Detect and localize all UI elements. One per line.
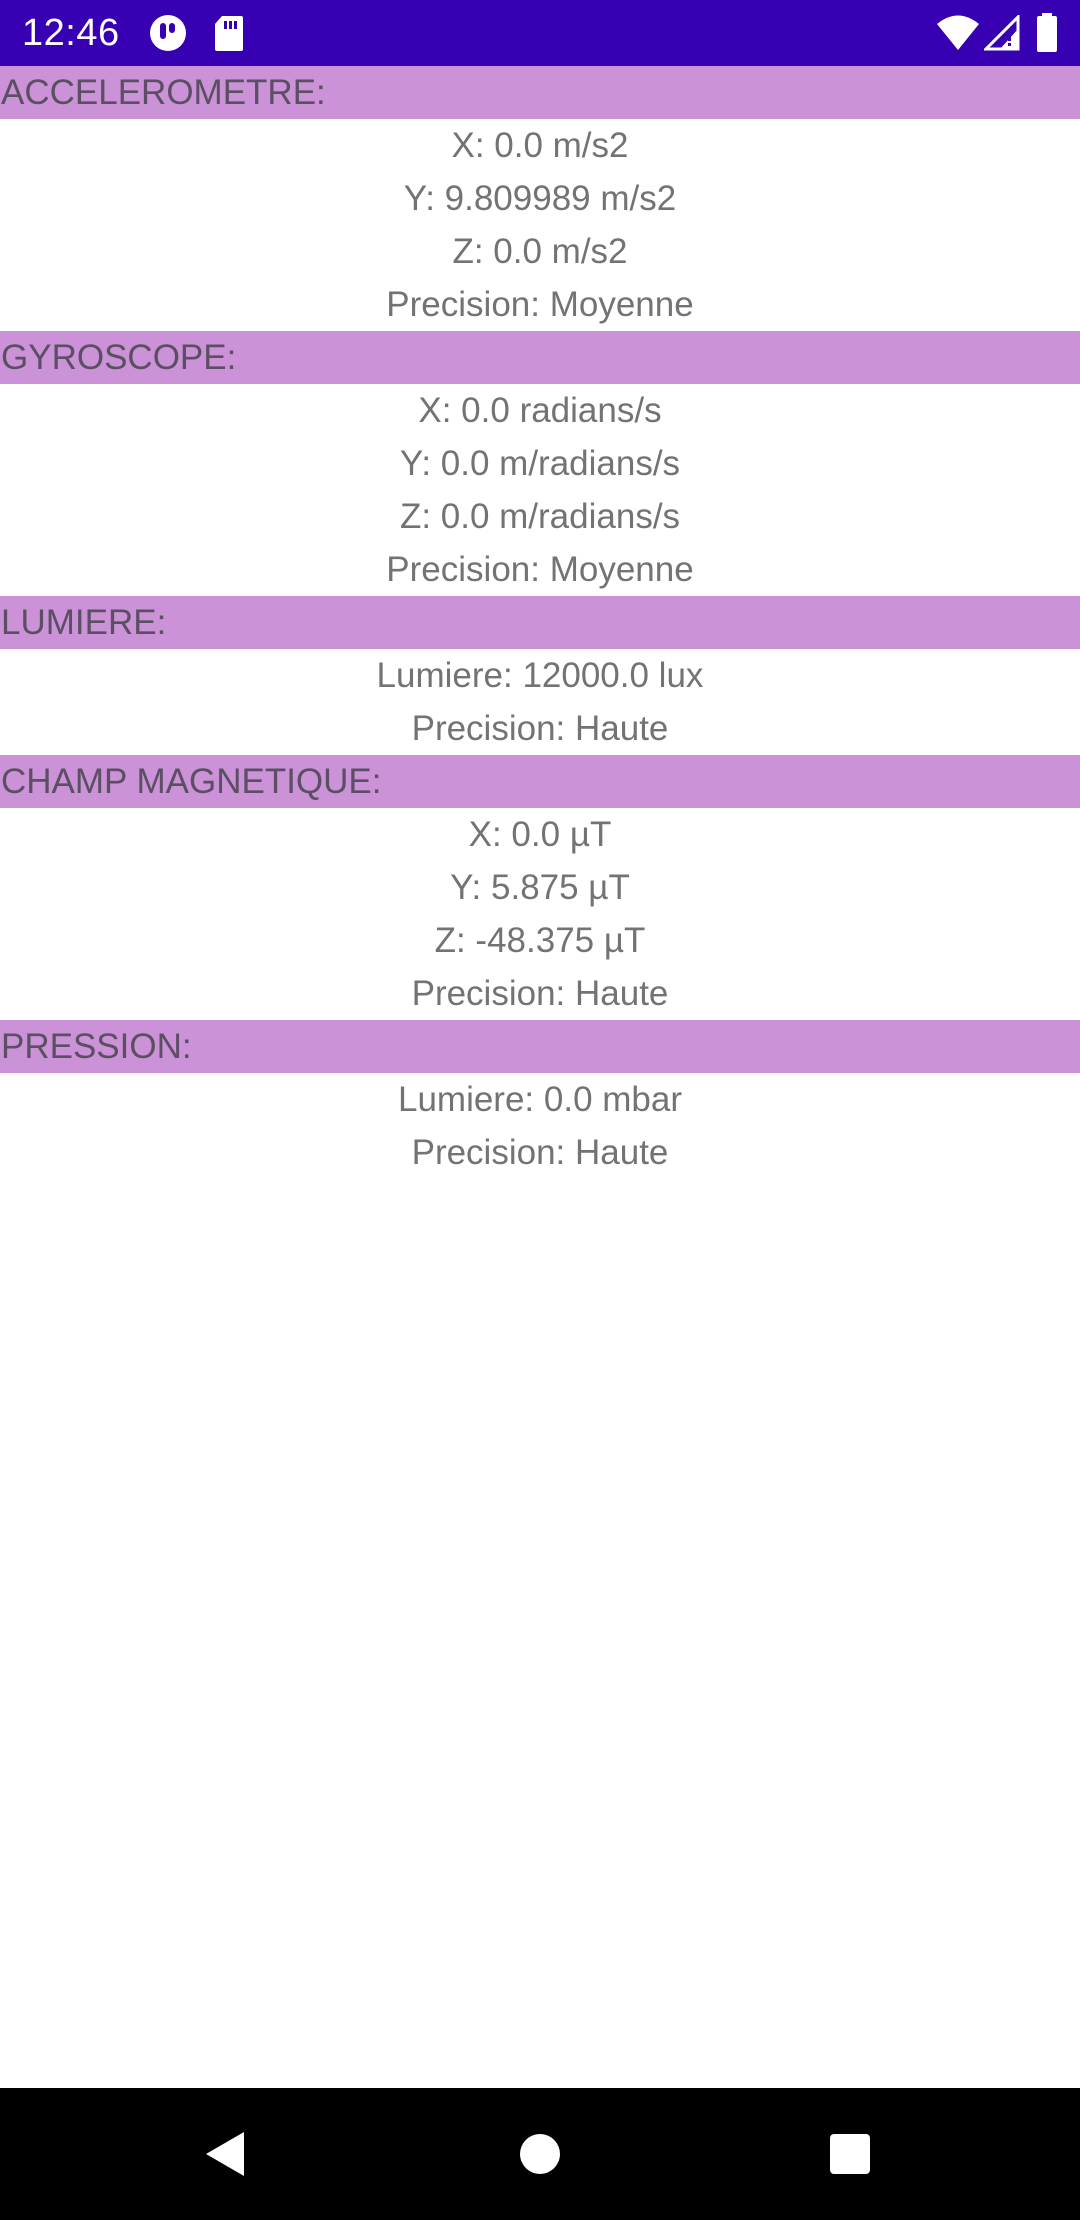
accelerometre-y: Y: 9.809989 m/s2 xyxy=(403,179,677,218)
pression-precision: Precision: Haute xyxy=(411,1133,669,1172)
sensor-list: ACCELEROMETRE: X: 0.0 m/s2 Y: 9.809989 m… xyxy=(0,66,1080,1179)
battery-icon xyxy=(1037,13,1057,52)
champ-magnetique-z: Z: -48.375 µT xyxy=(434,921,646,960)
home-button[interactable] xyxy=(460,2088,620,2220)
lumiere-value: Lumiere: 12000.0 lux xyxy=(376,656,704,695)
champ-magnetique-precision: Precision: Haute xyxy=(411,974,669,1013)
home-icon xyxy=(520,2134,560,2174)
recents-icon xyxy=(830,2134,870,2174)
navigation-bar xyxy=(0,2088,1080,2220)
app-notification-icon xyxy=(150,15,186,51)
pression-value: Lumiere: 0.0 mbar xyxy=(397,1080,683,1119)
section-accelerometre: ACCELEROMETRE: X: 0.0 m/s2 Y: 9.809989 m… xyxy=(0,66,1080,331)
status-bar: 12:46 xyxy=(0,0,1080,66)
gyroscope-z: Z: 0.0 m/radians/s xyxy=(399,497,681,536)
status-time: 12:46 xyxy=(22,12,120,54)
cell-signal-icon xyxy=(984,15,1020,51)
gyroscope-precision: Precision: Moyenne xyxy=(386,550,694,589)
gyroscope-y: Y: 0.0 m/radians/s xyxy=(399,444,681,483)
section-header-gyroscope: GYROSCOPE: xyxy=(0,331,1080,384)
recents-button[interactable] xyxy=(770,2088,930,2220)
section-header-accelerometre: ACCELEROMETRE: xyxy=(0,66,1080,119)
accelerometre-precision: Precision: Moyenne xyxy=(386,285,694,324)
section-champ-magnetique: CHAMP MAGNETIQUE: X: 0.0 µT Y: 5.875 µT … xyxy=(0,755,1080,1020)
champ-magnetique-y: Y: 5.875 µT xyxy=(450,868,630,907)
section-header-champ-magnetique: CHAMP MAGNETIQUE: xyxy=(0,755,1080,808)
section-pression: PRESSION: Lumiere: 0.0 mbar Precision: H… xyxy=(0,1020,1080,1179)
accelerometre-z: Z: 0.0 m/s2 xyxy=(452,232,628,271)
gyroscope-x: X: 0.0 radians/s xyxy=(418,391,662,430)
champ-magnetique-x: X: 0.0 µT xyxy=(468,815,612,854)
wifi-icon xyxy=(937,15,979,50)
section-header-lumiere: LUMIERE: xyxy=(0,596,1080,649)
lumiere-precision: Precision: Haute xyxy=(411,709,669,748)
section-header-pression: PRESSION: xyxy=(0,1020,1080,1073)
sd-card-icon xyxy=(215,16,243,51)
accelerometre-x: X: 0.0 m/s2 xyxy=(451,126,629,165)
back-button[interactable] xyxy=(146,2088,306,2220)
section-lumiere: LUMIERE: Lumiere: 12000.0 lux Precision:… xyxy=(0,596,1080,755)
back-icon xyxy=(206,2132,244,2176)
section-gyroscope: GYROSCOPE: X: 0.0 radians/s Y: 0.0 m/rad… xyxy=(0,331,1080,596)
